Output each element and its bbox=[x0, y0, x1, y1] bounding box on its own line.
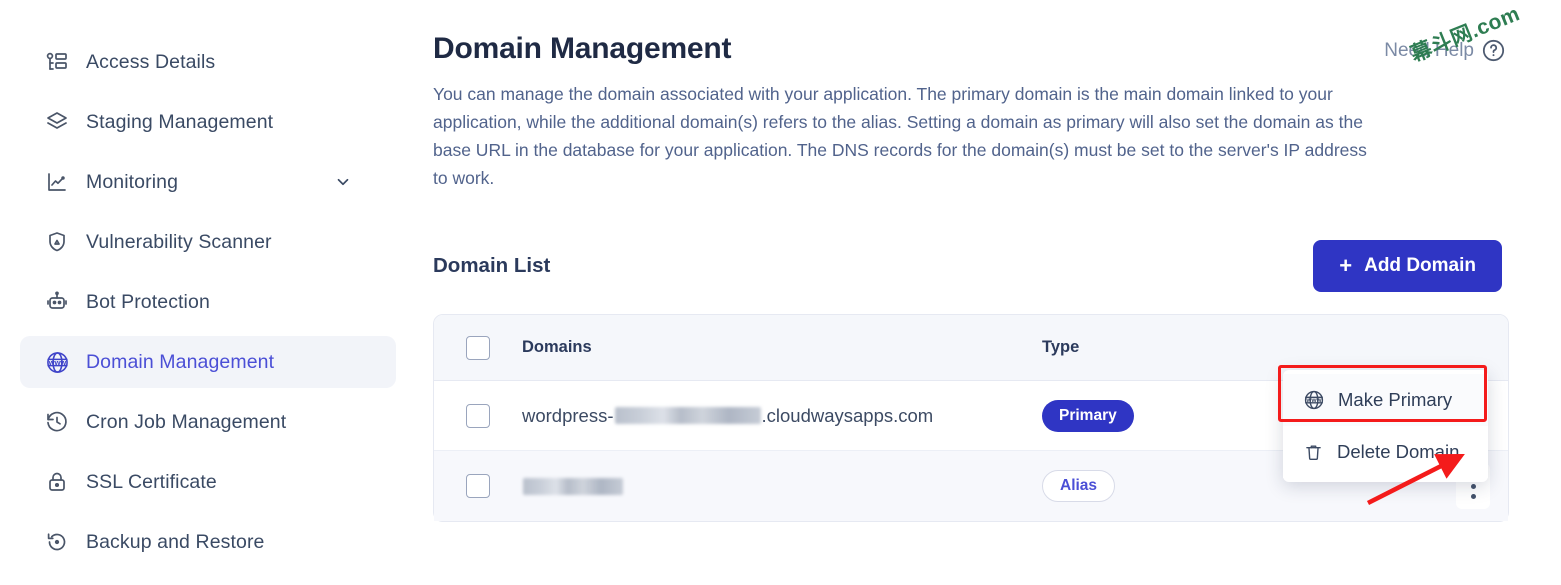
sidebar-item-label: Monitoring bbox=[86, 170, 179, 193]
lock-icon bbox=[44, 469, 70, 495]
dot bbox=[1470, 493, 1476, 499]
robot-icon bbox=[44, 289, 70, 315]
shield-alert-icon bbox=[44, 229, 70, 255]
plus-icon: + bbox=[1339, 253, 1353, 278]
sidebar-item-bot-protection[interactable]: Bot Protection bbox=[20, 276, 396, 328]
sidebar-item-label: Access Details bbox=[86, 50, 216, 73]
select-all-cell bbox=[434, 335, 522, 360]
page-root: Access Details Staging Management Monito… bbox=[0, 0, 1561, 585]
sidebar-item-vulnerability-scanner[interactable]: Vulnerability Scanner bbox=[20, 216, 396, 268]
row-actions-dropdown: www Make Primary Delete Domain bbox=[1278, 365, 1488, 482]
clock-history-icon bbox=[44, 409, 70, 435]
need-help-label: Need Help bbox=[1384, 39, 1474, 61]
menu-item-label: Delete Domain bbox=[1337, 441, 1460, 462]
trash-icon bbox=[1303, 442, 1324, 463]
section-header: Domain List + Add Domain bbox=[433, 240, 1506, 292]
page-title: Domain Management bbox=[433, 32, 732, 65]
column-header-domains: Domains bbox=[522, 338, 592, 356]
sidebar-item-label: Cron Job Management bbox=[86, 410, 287, 433]
sidebar-item-label: Vulnerability Scanner bbox=[86, 230, 272, 253]
menu-item-delete-domain[interactable]: Delete Domain bbox=[1283, 426, 1488, 478]
sidebar-item-label: Bot Protection bbox=[86, 290, 210, 313]
menu-item-label: Make Primary bbox=[1338, 389, 1453, 410]
key-list-icon bbox=[44, 49, 70, 75]
domain-suffix: .cloudwaysapps.com bbox=[761, 404, 934, 426]
sidebar-item-domain-management[interactable]: www Domain Management bbox=[20, 336, 396, 388]
sidebar-item-staging-management[interactable]: Staging Management bbox=[20, 96, 396, 148]
row-checkbox[interactable] bbox=[466, 474, 490, 498]
chevron-down-icon[interactable] bbox=[334, 173, 352, 191]
www-globe-icon: www bbox=[1303, 389, 1325, 411]
sidebar: Access Details Staging Management Monito… bbox=[0, 0, 420, 585]
domain-list-title: Domain List bbox=[433, 254, 551, 277]
redacted-domain-block bbox=[614, 407, 761, 424]
redacted-domain-block bbox=[523, 477, 623, 495]
add-domain-label: Add Domain bbox=[1364, 255, 1476, 276]
svg-text:www: www bbox=[1306, 397, 1322, 404]
restore-icon bbox=[44, 529, 70, 555]
domain-prefix: wordpress- bbox=[522, 404, 614, 426]
sidebar-item-access-details[interactable]: Access Details bbox=[20, 36, 396, 88]
need-help-link[interactable]: Need Help bbox=[1384, 38, 1506, 63]
domain-table: Domains Type wordpress- .cloudwaysapps.co… bbox=[433, 314, 1509, 522]
sidebar-item-label: Domain Management bbox=[86, 350, 275, 373]
question-circle-icon[interactable] bbox=[1481, 38, 1506, 63]
main-content: Need Help 幕斗网.com Domain Management You … bbox=[420, 0, 1561, 585]
sidebar-item-backup-and-restore[interactable]: Backup and Restore bbox=[20, 516, 396, 568]
column-header-type: Type bbox=[1042, 338, 1080, 356]
domain-cell bbox=[522, 477, 1042, 495]
chart-line-icon bbox=[44, 169, 70, 195]
row-select-cell bbox=[434, 474, 522, 498]
svg-text:www: www bbox=[47, 357, 66, 366]
sidebar-item-monitoring[interactable]: Monitoring bbox=[20, 156, 396, 208]
add-domain-button[interactable]: + Add Domain bbox=[1313, 240, 1502, 292]
layers-icon bbox=[44, 109, 70, 135]
sidebar-item-ssl-certificate[interactable]: SSL Certificate bbox=[20, 456, 396, 508]
row-select-cell bbox=[434, 403, 522, 428]
select-all-checkbox[interactable] bbox=[466, 335, 490, 360]
dot bbox=[1470, 483, 1476, 489]
sidebar-item-label: SSL Certificate bbox=[86, 470, 217, 493]
page-description: You can manage the domain associated wit… bbox=[433, 84, 1367, 188]
domain-cell: wordpress- .cloudwaysapps.com bbox=[522, 405, 1042, 427]
menu-item-make-primary[interactable]: www Make Primary bbox=[1278, 365, 1488, 426]
sidebar-item-cron-job-management[interactable]: Cron Job Management bbox=[20, 396, 396, 448]
sidebar-item-label: Backup and Restore bbox=[86, 530, 265, 553]
status-badge: Alias bbox=[1042, 470, 1116, 502]
row-checkbox[interactable] bbox=[466, 403, 490, 428]
sidebar-item-label: Staging Management bbox=[86, 110, 274, 133]
www-globe-icon: www bbox=[44, 349, 70, 375]
status-badge: Primary bbox=[1042, 399, 1134, 432]
